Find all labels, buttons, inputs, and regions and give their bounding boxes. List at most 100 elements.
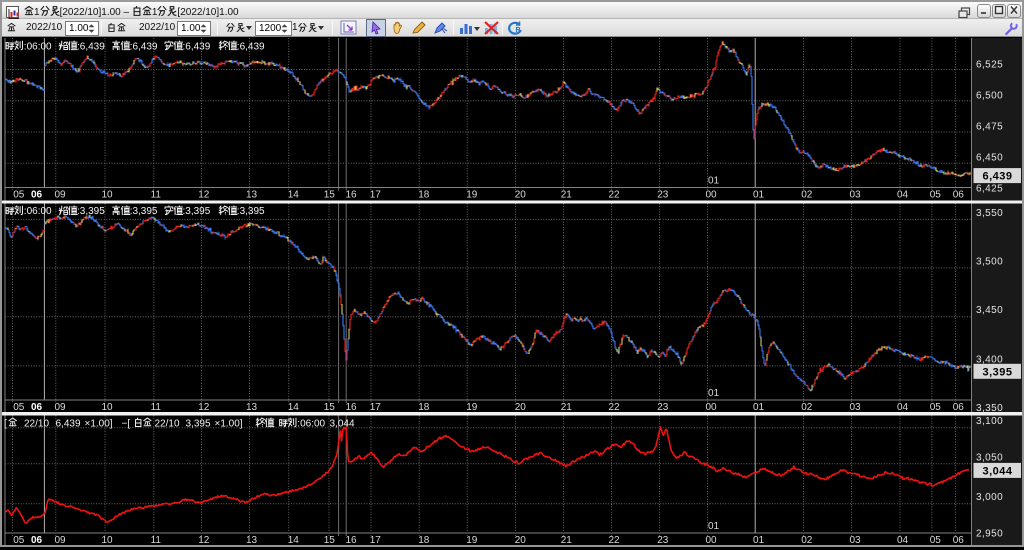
svg-text:11: 11 xyxy=(151,402,162,413)
svg-text:21: 21 xyxy=(561,535,573,545)
svg-text:18: 18 xyxy=(418,535,430,545)
svg-text::3,395: :3,395 xyxy=(77,206,105,217)
svg-text:02: 02 xyxy=(801,190,813,201)
svg-text:3,500: 3,500 xyxy=(976,256,1003,267)
svg-text:12: 12 xyxy=(198,535,210,545)
svg-text:01: 01 xyxy=(753,402,765,413)
svg-text:6,425: 6,425 xyxy=(976,184,1003,195)
svg-text:20: 20 xyxy=(515,535,527,545)
svg-text:06: 06 xyxy=(31,535,43,545)
svg-text::6,439: :6,439 xyxy=(237,41,265,52)
svg-text:22: 22 xyxy=(608,402,620,413)
svg-text:12: 12 xyxy=(198,402,210,413)
svg-text:12: 12 xyxy=(198,190,210,201)
svg-text:3,400: 3,400 xyxy=(976,354,1003,365)
svg-text:04: 04 xyxy=(897,535,909,545)
svg-text:01: 01 xyxy=(753,190,765,201)
svg-text:15: 15 xyxy=(324,190,336,201)
svg-text:13: 13 xyxy=(246,402,258,413)
svg-text:10: 10 xyxy=(101,535,113,545)
svg-text:22: 22 xyxy=(608,190,620,201)
svg-text:10: 10 xyxy=(101,190,113,201)
svg-text:6,475: 6,475 xyxy=(976,121,1003,132)
svg-text:01: 01 xyxy=(708,176,720,187)
svg-text:05: 05 xyxy=(13,402,25,413)
svg-text::3,395: :3,395 xyxy=(130,206,158,217)
svg-text:16: 16 xyxy=(345,190,357,201)
svg-text:05: 05 xyxy=(930,535,942,545)
svg-text:14: 14 xyxy=(288,402,300,413)
svg-text:18: 18 xyxy=(418,402,430,413)
svg-text:16: 16 xyxy=(345,402,357,413)
svg-text:02: 02 xyxy=(801,402,813,413)
svg-text:04: 04 xyxy=(897,190,909,201)
svg-text:19: 19 xyxy=(466,190,478,201)
svg-text:06: 06 xyxy=(953,190,965,201)
svg-text:17: 17 xyxy=(370,402,382,413)
svg-text:02: 02 xyxy=(801,535,813,545)
svg-text:00: 00 xyxy=(705,535,717,545)
svg-text:17: 17 xyxy=(370,190,382,201)
svg-text:20: 20 xyxy=(515,402,527,413)
svg-text:20: 20 xyxy=(515,190,527,201)
svg-text:3,050: 3,050 xyxy=(976,452,1003,463)
svg-text:21: 21 xyxy=(561,402,573,413)
svg-text:09: 09 xyxy=(54,190,66,201)
svg-text:6,500: 6,500 xyxy=(976,90,1003,101)
svg-text:3,350: 3,350 xyxy=(976,403,1003,414)
svg-text:2,950: 2,950 xyxy=(976,528,1003,539)
svg-text:×1.00]: ×1.00] xyxy=(85,418,113,429)
svg-text:11: 11 xyxy=(151,535,162,545)
svg-text:R: R xyxy=(516,27,521,34)
svg-text:14: 14 xyxy=(288,535,300,545)
svg-text:13: 13 xyxy=(246,535,258,545)
svg-text:09: 09 xyxy=(54,402,66,413)
svg-text:×1.00]: ×1.00] xyxy=(215,418,243,429)
svg-text:05: 05 xyxy=(930,402,942,413)
svg-text:16: 16 xyxy=(345,535,357,545)
svg-text:03: 03 xyxy=(849,190,861,201)
svg-text::3,395: :3,395 xyxy=(183,206,211,217)
svg-text:03: 03 xyxy=(849,402,861,413)
svg-text:3,550: 3,550 xyxy=(976,208,1003,219)
svg-text:6,525: 6,525 xyxy=(976,60,1003,71)
svg-text:6,450: 6,450 xyxy=(976,153,1003,164)
svg-text:06: 06 xyxy=(31,190,43,201)
svg-text:05: 05 xyxy=(13,535,25,545)
svg-text:00: 00 xyxy=(705,190,717,201)
svg-text:3,100: 3,100 xyxy=(976,416,1003,427)
svg-text:23: 23 xyxy=(657,402,669,413)
svg-text::6,439: :6,439 xyxy=(77,41,105,52)
svg-text:21: 21 xyxy=(561,190,573,201)
svg-text:3,395: 3,395 xyxy=(982,366,1012,378)
svg-text:18: 18 xyxy=(418,190,430,201)
svg-text:05: 05 xyxy=(13,190,25,201)
svg-text:06: 06 xyxy=(31,402,43,413)
svg-text:3,044: 3,044 xyxy=(982,465,1012,477)
svg-text:−[: −[ xyxy=(122,418,131,429)
svg-text:23: 23 xyxy=(657,190,669,201)
svg-text:10: 10 xyxy=(101,402,113,413)
svg-text:3,000: 3,000 xyxy=(976,492,1003,503)
svg-text:13: 13 xyxy=(246,190,258,201)
svg-text:09: 09 xyxy=(54,535,66,545)
svg-text:6,439: 6,439 xyxy=(982,171,1012,183)
svg-text:17: 17 xyxy=(370,535,382,545)
svg-text:19: 19 xyxy=(466,402,478,413)
svg-text:00: 00 xyxy=(705,402,717,413)
svg-text:[: [ xyxy=(4,418,7,429)
svg-text:01: 01 xyxy=(708,521,720,532)
svg-text::06:00: :06:00 xyxy=(24,41,52,52)
svg-text:06: 06 xyxy=(953,402,965,413)
svg-text:11: 11 xyxy=(151,190,162,201)
svg-text::6,439: :6,439 xyxy=(183,41,211,52)
svg-text::06:00: :06:00 xyxy=(24,206,52,217)
svg-text:03: 03 xyxy=(849,535,861,545)
svg-text:01: 01 xyxy=(753,535,765,545)
svg-text:3,044: 3,044 xyxy=(330,418,355,429)
svg-text:22/10: 22/10 xyxy=(155,418,180,429)
svg-text:6,439: 6,439 xyxy=(56,418,81,429)
svg-text:15: 15 xyxy=(324,402,336,413)
svg-text::3,395: :3,395 xyxy=(237,206,265,217)
svg-text::6,439: :6,439 xyxy=(130,41,158,52)
